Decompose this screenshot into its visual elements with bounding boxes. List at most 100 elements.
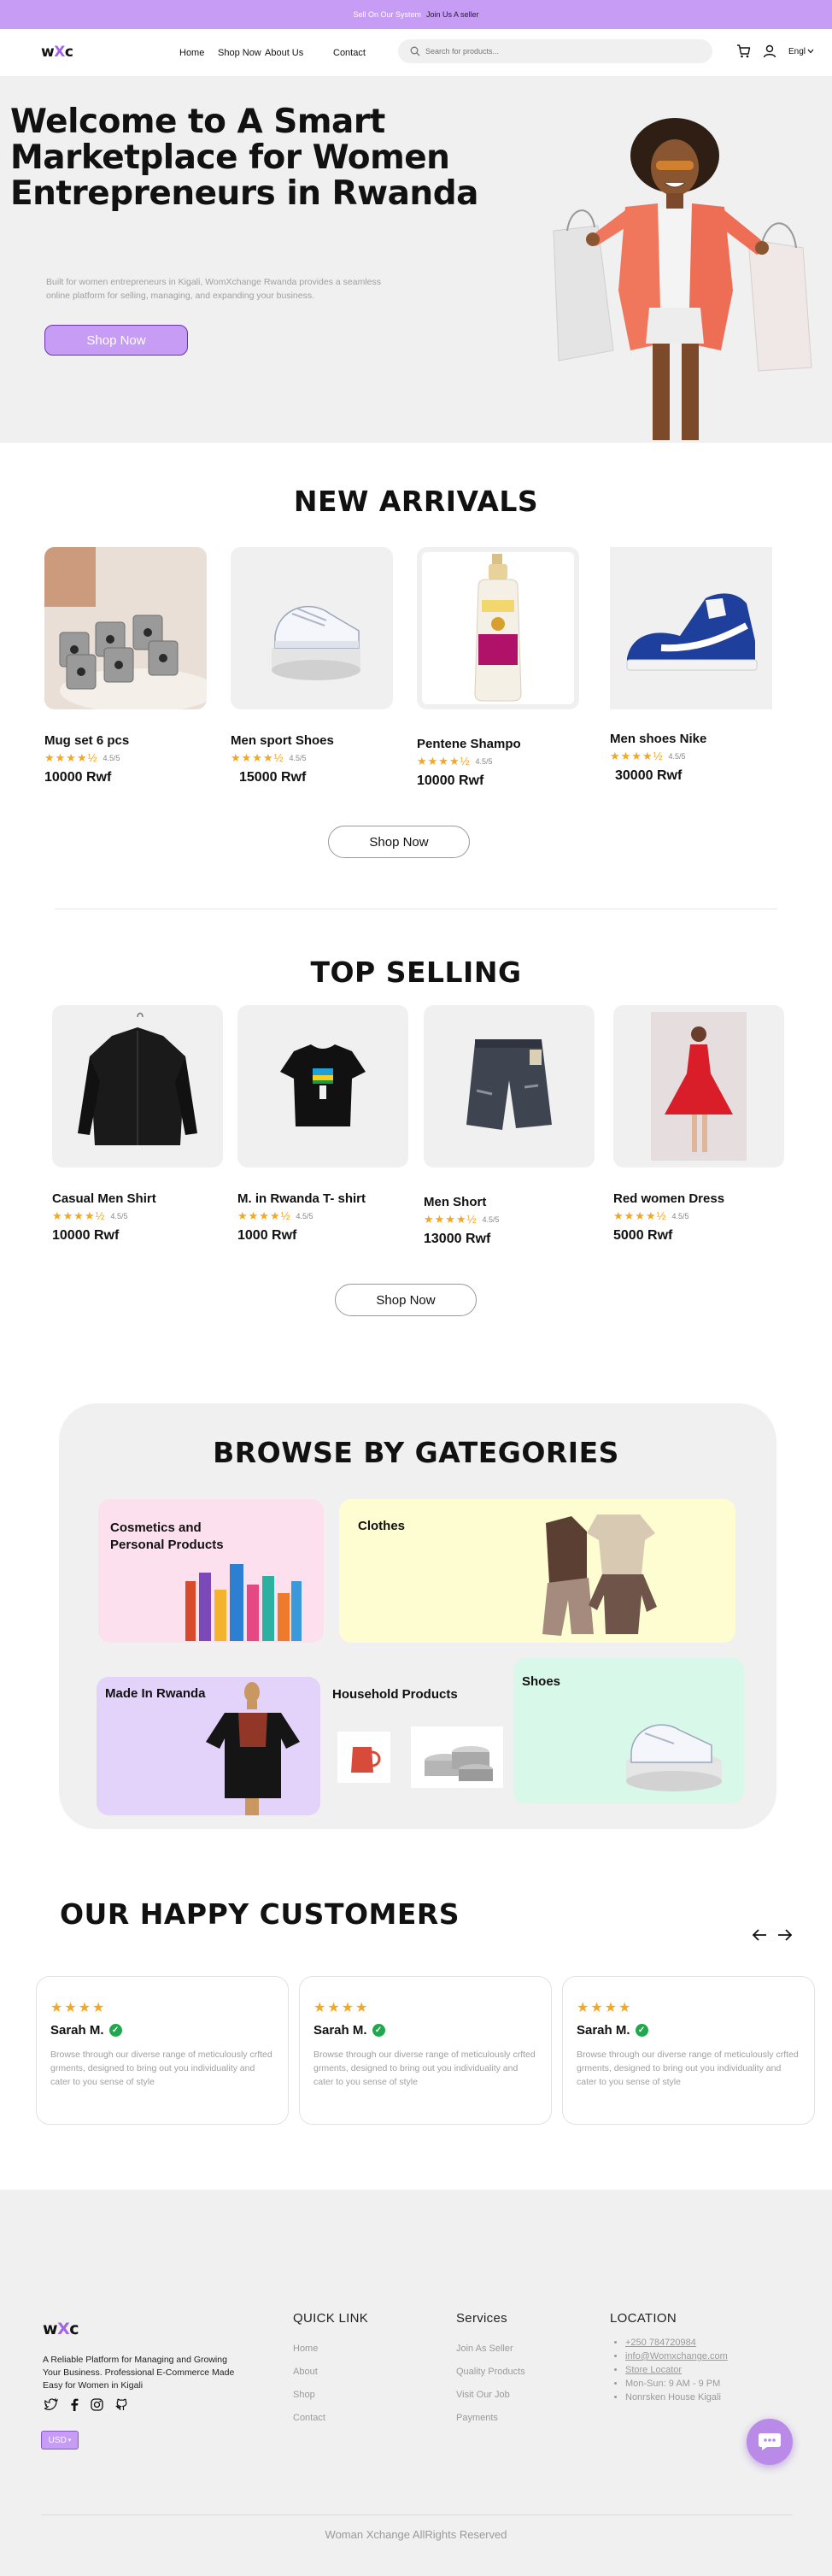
- footer-link-quality[interactable]: Quality Products: [456, 2361, 525, 2384]
- promo-seller-link[interactable]: Join Us A seller: [426, 10, 479, 19]
- product-image-mug-set[interactable]: [44, 547, 207, 709]
- footer-heading: LOCATION: [610, 2311, 677, 2326]
- product-image-casual-shirt[interactable]: [52, 1005, 223, 1167]
- product-image-men-short[interactable]: [424, 1005, 595, 1167]
- check-icon: ✓: [108, 2024, 122, 2037]
- product-rating: ★★★★½ 4.5/5: [613, 1209, 784, 1223]
- footer-phone[interactable]: +250 784720984: [625, 2336, 728, 2350]
- product-image-nike-shoes[interactable]: [610, 547, 772, 709]
- product-card[interactable]: M. in Rwanda T- shirt ★★★★½ 4.5/5 1000 Rw…: [237, 1005, 408, 1244]
- product-card[interactable]: Pentene Shampo ★★★★½ 4.5/5 10000 Rwf: [417, 547, 588, 789]
- footer-link-shop[interactable]: Shop: [293, 2384, 368, 2407]
- product-image-shampoo[interactable]: [417, 547, 579, 709]
- rwanda-tshirt-illustration: [280, 1044, 366, 1126]
- product-image-sport-shoes[interactable]: [231, 547, 393, 709]
- category-label: Clothes: [358, 1519, 406, 1533]
- nav-about-us[interactable]: About Us: [265, 48, 333, 58]
- reviewer: Sarah M. ✓: [50, 2023, 274, 2038]
- star-icon: ★★★★½: [613, 1209, 667, 1222]
- cart-icon[interactable]: [736, 44, 751, 58]
- product-rating: ★★★★½ 4.5/5: [424, 1213, 595, 1226]
- category-clothes[interactable]: Clothes: [339, 1499, 735, 1643]
- facebook-icon[interactable]: [70, 2398, 79, 2411]
- nav-shop-now[interactable]: Shop Now: [218, 48, 265, 58]
- chat-button[interactable]: [747, 2419, 793, 2465]
- footer: wXc A Reliable Platform for Managing and…: [0, 2190, 832, 2576]
- top-selling-shop-now-button[interactable]: Shop Now: [335, 1284, 477, 1316]
- product-card[interactable]: Mug set 6 pcs ★★★★½ 4.5/5 10000 Rwf: [44, 547, 215, 785]
- shoes-illustration: [626, 1724, 722, 1791]
- product-name[interactable]: Men shoes Nike: [610, 732, 781, 746]
- footer-logo[interactable]: wXc: [43, 2320, 79, 2338]
- search-icon: [410, 46, 420, 56]
- category-cosmetics[interactable]: Cosmetics and Personal Products: [98, 1499, 324, 1643]
- product-rating: ★★★★½ 4.5/5: [44, 751, 215, 765]
- copyright: Woman Xchange AllRights Reserved: [325, 2528, 507, 2541]
- browse-categories-panel: BROWSE BY GATEGORIES Cosmetics and Perso…: [59, 1403, 776, 1829]
- review-text: Browse through our diverse range of meti…: [50, 2050, 272, 2087]
- footer-store-locator[interactable]: Store Locator: [625, 2363, 728, 2377]
- product-name[interactable]: Casual Men Shirt: [52, 1191, 223, 1206]
- product-name[interactable]: Pentene Shampo: [417, 737, 588, 751]
- search-bar[interactable]: [398, 39, 712, 63]
- search-input[interactable]: [425, 47, 682, 56]
- product-card[interactable]: Casual Men Shirt ★★★★½ 4.5/5 10000 Rwf: [52, 1005, 223, 1244]
- product-name[interactable]: M. in Rwanda T- shirt: [237, 1191, 408, 1206]
- rating-score: 4.5/5: [289, 754, 307, 762]
- product-image-rwanda-tshirt[interactable]: [237, 1005, 408, 1167]
- arrow-left-icon[interactable]: [752, 1928, 767, 1942]
- product-image-red-dress[interactable]: [613, 1005, 784, 1167]
- product-name[interactable]: Mug set 6 pcs: [44, 733, 215, 748]
- footer-heading: QUICK LINK: [293, 2311, 369, 2326]
- household-pots-illustration[interactable]: [411, 1726, 503, 1788]
- language-selector[interactable]: Engl: [788, 47, 814, 56]
- product-rating: ★★★★½ 4.5/5: [237, 1209, 408, 1223]
- instagram-icon[interactable]: [91, 2398, 103, 2411]
- footer-heading: Services: [456, 2311, 507, 2326]
- footer-address: Nonrsken House Kigali: [625, 2391, 728, 2404]
- footer-link-contact[interactable]: Contact: [293, 2407, 368, 2430]
- arrow-right-icon[interactable]: [777, 1928, 793, 1942]
- product-card[interactable]: Men Short ★★★★½ 4.5/5 13000 Rwf: [424, 1005, 595, 1247]
- product-price: 30000 Rwf: [615, 768, 683, 783]
- promo-text: Sell On Our System: [353, 10, 421, 19]
- product-price: 10000 Rwf: [44, 770, 112, 785]
- clothes-illustration: [542, 1514, 657, 1636]
- currency-selector[interactable]: USD ▾: [41, 2431, 79, 2450]
- shampoo-illustration: [474, 554, 522, 702]
- nav-contact[interactable]: Contact: [333, 48, 366, 58]
- product-name[interactable]: Men Short: [424, 1195, 595, 1209]
- product-card[interactable]: Red women Dress ★★★★½ 4.5/5 5000 Rwf: [613, 1005, 784, 1244]
- hero-woman-image: [553, 118, 812, 440]
- site-logo[interactable]: wXc: [41, 44, 73, 61]
- product-name[interactable]: Red women Dress: [613, 1191, 784, 1206]
- twitter-icon[interactable]: [44, 2398, 58, 2410]
- product-card[interactable]: Men shoes Nike ★★★★½ 4.5/5 30000 Rwf: [610, 547, 781, 784]
- footer-link-about[interactable]: About: [293, 2361, 368, 2384]
- hero-shop-now-button[interactable]: Shop Now: [44, 325, 188, 356]
- review-card: ★★★★ Sarah M. ✓ Browse through our divers…: [36, 1976, 289, 2125]
- footer-hours: Mon-Sun: 9 AM - 9 PM: [625, 2377, 728, 2391]
- nav-home[interactable]: Home: [179, 48, 218, 58]
- footer-email[interactable]: info@Womxchange.com: [625, 2350, 728, 2363]
- star-icon: ★★★★½: [610, 750, 664, 762]
- github-icon[interactable]: [115, 2398, 128, 2411]
- product-name[interactable]: Men sport Shoes: [231, 733, 401, 748]
- household-jug-illustration[interactable]: [337, 1732, 390, 1783]
- new-arrivals-shop-now-button[interactable]: Shop Now: [328, 826, 470, 858]
- user-icon[interactable]: [763, 44, 776, 58]
- star-icon: ★★★★½: [237, 1209, 291, 1222]
- footer-link-job[interactable]: Visit Our Job: [456, 2384, 525, 2407]
- reviewer-name: Sarah M.: [50, 2023, 104, 2038]
- category-label-household[interactable]: Household Products: [332, 1687, 458, 1702]
- category-made-in-rwanda[interactable]: Made In Rwanda: [97, 1677, 320, 1815]
- footer-link-payments[interactable]: Payments: [456, 2407, 525, 2430]
- product-price: 10000 Rwf: [417, 773, 484, 788]
- category-shoes[interactable]: Shoes: [513, 1658, 744, 1803]
- hero-title: Welcome to A Smart Marketplace for Women…: [10, 103, 478, 213]
- footer-link-join-seller[interactable]: Join As Seller: [456, 2338, 525, 2361]
- product-card[interactable]: Men sport Shoes ★★★★½ 4.5/5 15000 Rwf: [231, 547, 401, 785]
- footer-link-home[interactable]: Home: [293, 2338, 368, 2361]
- navbar: wXc Home Shop Now About Us Contact Engl: [0, 29, 832, 77]
- product-price: 10000 Rwf: [52, 1228, 120, 1243]
